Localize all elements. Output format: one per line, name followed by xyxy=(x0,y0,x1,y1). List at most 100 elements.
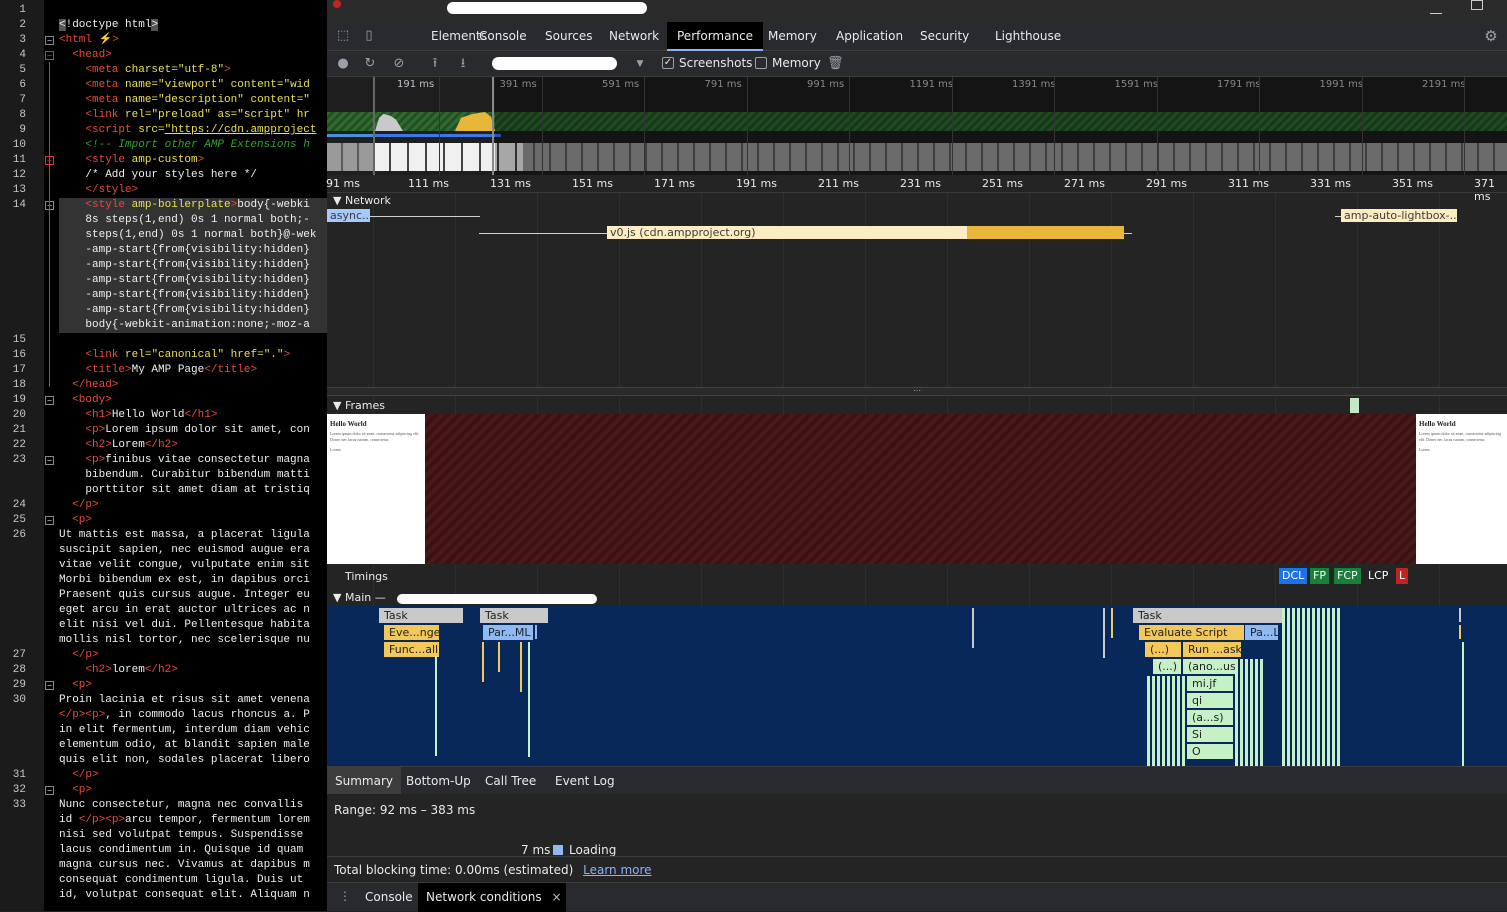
frame-screenshot[interactable]: Hello World Lorem ipsum dolor sit amet, … xyxy=(1416,414,1507,564)
close-icon[interactable]: × xyxy=(551,890,561,904)
code-line[interactable]: magna cursus nec. Vivamus at dapibus m xyxy=(59,858,310,873)
code-line[interactable]: quis elit non, sodales placerat libero xyxy=(59,753,310,768)
code-line[interactable]: -amp-start{from{visibility:hidden} xyxy=(59,258,309,273)
reload-record-icon[interactable]: ↻ xyxy=(362,56,378,72)
trash-icon[interactable]: 🗑 xyxy=(827,56,844,72)
fold-toggle-icon[interactable]: − xyxy=(45,51,54,60)
tab-sources[interactable]: Sources xyxy=(535,22,602,51)
code-line[interactable]: eget arcu in erat auctor ultrices ac n xyxy=(59,603,310,618)
code-line[interactable]: <p> xyxy=(59,678,92,693)
drawer-tab-network-conditions[interactable]: Network conditions × xyxy=(418,883,566,912)
code-line[interactable]: <head> xyxy=(59,48,112,63)
drawer-menu-icon[interactable]: ⋮ xyxy=(339,889,351,903)
tab-console[interactable]: Console xyxy=(469,22,537,51)
code-line[interactable]: body{-webkit-animation:none;-moz-a xyxy=(59,318,309,333)
clear-icon[interactable]: ⊘ xyxy=(391,56,407,72)
frame-marker[interactable] xyxy=(1350,398,1359,413)
event-bar[interactable]: Eve...nge xyxy=(384,625,439,640)
fold-toggle-icon[interactable]: − xyxy=(45,396,54,405)
timings-track[interactable]: Timings xyxy=(327,566,1507,588)
code-line[interactable]: steps(1,end) 0s 1 normal both}@-wek xyxy=(59,228,316,243)
task-bar[interactable]: Task xyxy=(379,608,463,623)
function-mijf-bar[interactable]: mi.jf xyxy=(1187,676,1233,691)
run-tasks-bar[interactable]: Run ...asks xyxy=(1183,642,1241,657)
code-editor[interactable]: 1 2 3 4 5 6 7 8 9 10 11 12 13 14 15 16 17 18 19 20 21 22 23 24 2… xyxy=(0,0,327,911)
code-line[interactable]: <meta name="viewport" content="wid xyxy=(59,78,309,93)
main-track-header[interactable]: ▼ Main — xyxy=(327,590,1507,606)
chevron-down-icon[interactable]: ▼ xyxy=(632,56,648,72)
function-as-bar[interactable]: (a...s) xyxy=(1187,710,1233,725)
network-request-v0js[interactable]: v0.js (cdn.ampproject.org) xyxy=(607,226,967,239)
code-line[interactable]: <p>Lorem ipsum dolor sit amet, con xyxy=(59,423,309,438)
screenshots-checkbox[interactable]: ✓ xyxy=(662,57,674,69)
frames-track-header[interactable]: ▼ Frames xyxy=(327,398,1507,414)
code-line[interactable]: <p> xyxy=(59,783,92,798)
code-line[interactable]: <body> xyxy=(59,393,112,408)
tab-security[interactable]: Security xyxy=(910,22,979,51)
evaluate-script-bar[interactable]: Evaluate Script xyxy=(1139,625,1244,640)
code-line[interactable]: <link rel="canonical" href="."> xyxy=(59,348,290,363)
parse-bar[interactable]: Pa...L xyxy=(1245,625,1278,640)
tab-network[interactable]: Network xyxy=(599,22,669,51)
tab-call-tree[interactable]: Call Tree xyxy=(477,767,544,795)
maximize-icon[interactable] xyxy=(1471,0,1483,10)
function-qi-bar[interactable]: qi xyxy=(1187,693,1233,708)
code-line[interactable]: <!doctype html> xyxy=(59,18,159,33)
selection-end-handle[interactable] xyxy=(492,77,494,175)
code-line[interactable]: <h2>lorem</h2> xyxy=(59,663,177,678)
fold-toggle-icon[interactable]: − xyxy=(45,516,54,525)
code-line[interactable]: <script src="https://cdn.ampproject xyxy=(59,123,316,138)
settings-gear-icon[interactable]: ⚙ xyxy=(1483,28,1499,44)
code-line[interactable]: <!-- Import other AMP Extensions h xyxy=(59,138,309,153)
code-line[interactable]: <title>My AMP Page</title> xyxy=(59,363,257,378)
network-request-amp-auto-lightbox[interactable]: amp-auto-lightbox-... xyxy=(1341,209,1457,222)
fold-toggle-icon[interactable]: − xyxy=(45,456,54,465)
code-line[interactable]: id </p><p>arcu tempor, fermentum lorem xyxy=(59,813,310,828)
code-line[interactable]: lacus condimentum in. Quisque id quam xyxy=(59,843,303,858)
code-line[interactable]: Ut mattis est massa, a placerat ligula xyxy=(59,528,310,543)
code-line[interactable]: <style amp-boilerplate>body{-webki xyxy=(59,198,309,213)
code-line[interactable]: vitae velit congue, vulputate enim sit xyxy=(59,558,310,573)
anonymous-call-bar[interactable]: (...) xyxy=(1145,642,1181,657)
code-line[interactable]: </head> xyxy=(59,378,118,393)
code-line[interactable]: in elit fermentum, interdum diam vehic xyxy=(59,723,310,738)
anonymous-function-bar[interactable]: (ano...us) xyxy=(1183,659,1241,674)
code-line[interactable]: elit nisi vel dui. Pellentesque habita xyxy=(59,618,310,633)
timing-marker-l[interactable]: L xyxy=(1396,568,1409,584)
record-icon[interactable]: ● xyxy=(335,56,351,72)
download-profile-icon[interactable]: ⭳ xyxy=(455,56,471,72)
code-line[interactable]: Proin lacinia et risus sit amet venena xyxy=(59,693,310,708)
code-line[interactable]: <p>finibus vitae consectetur magna xyxy=(59,453,309,468)
fold-toggle-icon[interactable]: − xyxy=(45,36,54,45)
code-line[interactable]: Morbi bibendum ex est, in dapibus orci xyxy=(59,573,310,588)
network-request-async[interactable]: async... xyxy=(327,209,370,222)
code-line[interactable]: </p><p>, in commodo lacus rhoncus a. P xyxy=(59,708,310,723)
fold-toggle-icon[interactable]: − xyxy=(45,681,54,690)
code-line[interactable]: bibendum. Curabitur bibendum matti xyxy=(59,468,309,483)
main-thread-flame-chart[interactable]: Task Task Eve...nge Func...all Par...ML … xyxy=(327,606,1507,766)
code-line[interactable]: -amp-start{from{visibility:hidden} xyxy=(59,303,309,318)
memory-checkbox[interactable] xyxy=(755,57,767,69)
function-si-bar[interactable]: Si xyxy=(1187,727,1233,742)
code-line[interactable]: elementum odio, at blandit sapien male xyxy=(59,738,310,753)
timing-marker-fp[interactable]: FP xyxy=(1310,568,1329,584)
code-line[interactable]: Nunc consectetur, magna nec convallis xyxy=(59,798,303,813)
code-line[interactable]: <p> xyxy=(59,513,92,528)
code-line[interactable]: porttitor sit amet diam at tristiq xyxy=(59,483,309,498)
tab-lighthouse[interactable]: Lighthouse xyxy=(985,22,1071,51)
upload-profile-icon[interactable]: ⭱ xyxy=(427,56,443,72)
code-line[interactable]: mollis nisl tortor, nec scelerisque nu xyxy=(59,633,310,648)
parse-html-bar[interactable]: Par...ML xyxy=(483,625,533,640)
code-line[interactable]: <h1>Hello World</h1> xyxy=(59,408,217,423)
code-line[interactable]: id, volutpat consequat elit. Aliquam n xyxy=(59,888,310,903)
timing-marker-fcp[interactable]: FCP xyxy=(1334,568,1361,584)
code-line[interactable]: suscipit sapien, nec euismod augue era xyxy=(59,543,310,558)
code-line[interactable]: </p> xyxy=(59,498,98,513)
code-line[interactable]: <link rel="preload" as="script" hr xyxy=(59,108,310,123)
drawer-tab-console[interactable]: Console xyxy=(357,883,421,912)
code-line[interactable]: <meta charset="utf-8"> xyxy=(59,63,230,78)
timing-marker-dcl[interactable]: DCL xyxy=(1279,568,1308,584)
function-call-bar[interactable]: Func...all xyxy=(384,642,439,657)
panel-resize-handle[interactable]: ⋯ xyxy=(327,387,1507,396)
code-line[interactable]: /* Add your styles here */ xyxy=(59,168,257,183)
